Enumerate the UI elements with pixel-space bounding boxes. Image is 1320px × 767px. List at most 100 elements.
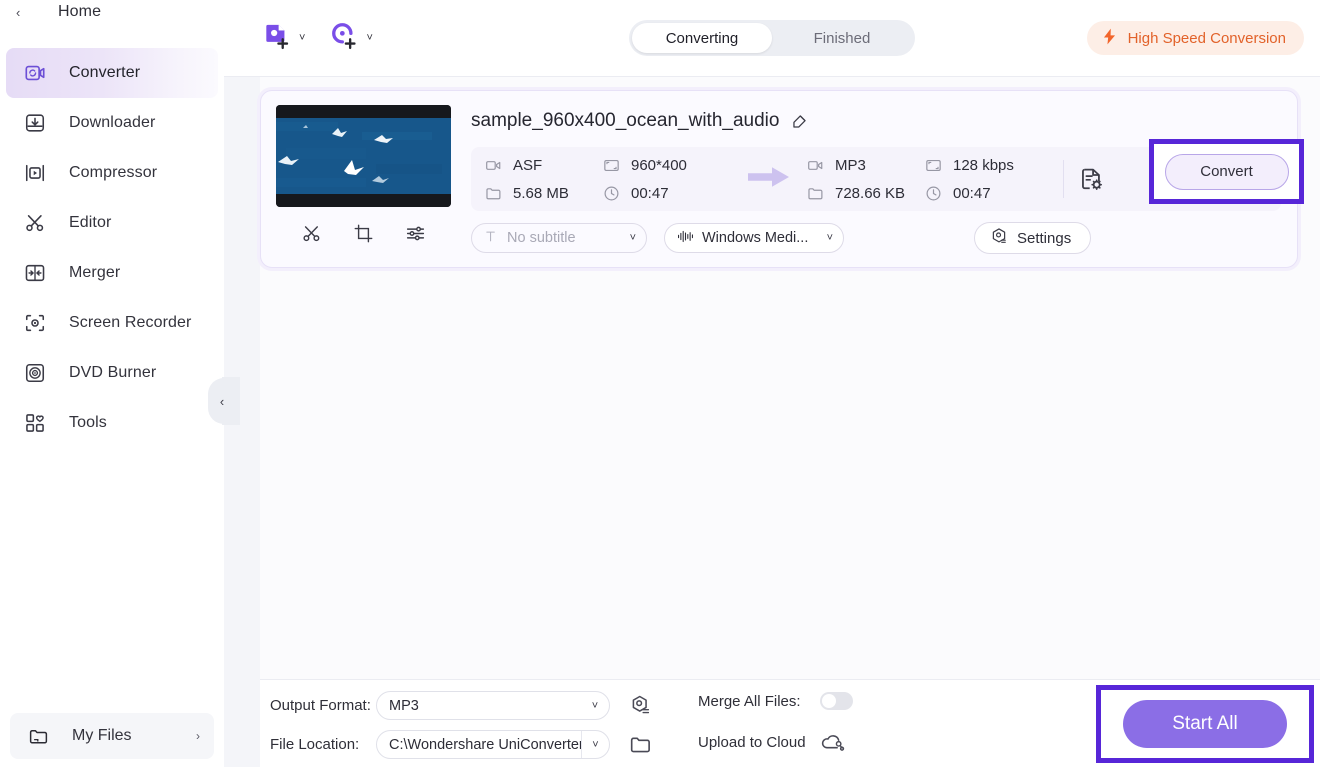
sidebar-footer: My Files › xyxy=(0,713,224,767)
chevron-down-icon[interactable]: ˅ xyxy=(630,232,636,244)
output-format-value: MP3 xyxy=(389,697,419,714)
merge-all-files-row: Merge All Files: xyxy=(698,692,853,710)
chevron-down-icon[interactable]: ˅ xyxy=(581,731,609,758)
convert-button-highlight: Convert xyxy=(1149,139,1304,204)
converter-icon xyxy=(22,60,48,86)
resolution-icon xyxy=(925,157,942,174)
add-disc-dropdown-caret[interactable]: ˅ xyxy=(366,32,372,44)
file-name: sample_960x400_ocean_with_audio xyxy=(471,110,780,131)
video-camera-icon xyxy=(485,157,502,174)
high-speed-conversion-badge[interactable]: High Speed Conversion xyxy=(1086,21,1304,55)
sidebar-item-label: Converter xyxy=(69,64,141,81)
target-size-value: 728.66 KB xyxy=(835,184,906,202)
video-thumbnail[interactable] xyxy=(276,105,451,207)
start-all-highlight: Start All xyxy=(1096,685,1314,763)
trim-scissors-icon[interactable] xyxy=(297,219,325,247)
dvd-burner-icon xyxy=(22,360,48,386)
sidebar-item-tools[interactable]: Tools xyxy=(6,398,218,448)
effect-sliders-icon[interactable] xyxy=(402,219,430,247)
folder-icon xyxy=(807,185,824,202)
downloader-icon xyxy=(22,110,48,136)
sidebar-item-label: Editor xyxy=(69,214,112,231)
sidebar-item-label: My Files xyxy=(72,727,132,744)
resolution-icon xyxy=(603,157,620,174)
subtitle-select[interactable]: No subtitle ˅ xyxy=(471,223,647,253)
add-disc-icon xyxy=(330,21,360,56)
source-duration-value: 00:47 xyxy=(631,184,669,202)
crop-icon[interactable] xyxy=(349,219,377,247)
file-location-row: File Location: C:\Wondershare UniConvert… xyxy=(270,730,652,759)
clock-icon xyxy=(925,185,942,202)
file-settings-icon[interactable] xyxy=(1078,166,1105,193)
sidebar-item-label: Merger xyxy=(69,264,121,281)
uniconverter-window: ‹ Home Converter Downloader Compressor E… xyxy=(0,0,1320,767)
chevron-left-icon: ‹ xyxy=(219,393,225,409)
source-size: 5.68 MB xyxy=(485,185,603,202)
tab-converting[interactable]: Converting xyxy=(632,23,772,53)
sidebar-item-merger[interactable]: Merger xyxy=(6,248,218,298)
file-card: sample_960x400_ocean_with_audio ASF 960*… xyxy=(260,90,1304,268)
target-meta: MP3 128 kbps 728.66 KB 00:47 xyxy=(807,151,1053,207)
sidebar-item-dvd-burner[interactable]: DVD Burner xyxy=(6,348,218,398)
source-resolution: 960*400 xyxy=(603,157,731,174)
sidebar-item-downloader[interactable]: Downloader xyxy=(6,98,218,148)
settings-button[interactable]: Settings xyxy=(974,222,1092,254)
thumbnail-column xyxy=(276,105,451,267)
target-bitrate: 128 kbps xyxy=(925,157,1053,174)
file-controls-row: No subtitle ˅ Windows Medi... ˅ Settings xyxy=(471,222,1281,254)
main-panel: ˅ ˅ Converting Finished High Speed Conve… xyxy=(224,0,1320,767)
audio-track-select[interactable]: Windows Medi... ˅ xyxy=(664,223,844,253)
audio-track-value: Windows Medi... xyxy=(702,230,809,246)
sidebar-item-label: Downloader xyxy=(69,114,156,131)
sidebar-item-my-files[interactable]: My Files › xyxy=(10,713,214,759)
audio-wave-icon xyxy=(677,229,694,248)
add-disc-group: ˅ xyxy=(327,20,373,56)
subtitle-value: No subtitle xyxy=(507,230,576,246)
file-location-label: File Location: xyxy=(270,736,360,753)
sidebar-item-converter[interactable]: Converter xyxy=(6,48,218,98)
sidebar-item-editor[interactable]: Editor xyxy=(6,198,218,248)
add-file-button[interactable] xyxy=(260,20,296,56)
cloud-upload-icon[interactable] xyxy=(820,730,845,755)
sidebar-item-label: Compressor xyxy=(69,164,158,181)
upload-to-cloud-row[interactable]: Upload to Cloud xyxy=(698,730,845,755)
sidebar-home-label: Home xyxy=(58,3,102,20)
open-folder-icon[interactable] xyxy=(629,733,652,756)
sidebar-item-compressor[interactable]: Compressor xyxy=(6,148,218,198)
video-camera-icon xyxy=(807,157,824,174)
arrow-right-icon xyxy=(746,164,792,195)
target-size: 728.66 KB xyxy=(807,185,925,202)
chevron-right-icon[interactable]: › xyxy=(196,729,200,743)
sidebar-item-screen-recorder[interactable]: Screen Recorder xyxy=(6,298,218,348)
format-preset-icon[interactable] xyxy=(629,694,652,717)
thumbnail-tools xyxy=(276,207,451,259)
source-meta: ASF 960*400 5.68 MB 00:47 xyxy=(485,151,731,207)
clock-icon xyxy=(603,185,620,202)
high-speed-conversion-label: High Speed Conversion xyxy=(1127,29,1286,47)
sidebar-item-label: Tools xyxy=(69,414,107,431)
convert-button[interactable]: Convert xyxy=(1164,153,1289,190)
target-format-value: MP3 xyxy=(835,156,866,174)
sidebar-home-row[interactable]: ‹ Home xyxy=(0,0,224,26)
chevron-down-icon[interactable]: ˅ xyxy=(827,232,833,244)
sidebar-nav: Converter Downloader Compressor Editor M… xyxy=(0,48,224,448)
chevron-left-icon[interactable]: ‹ xyxy=(16,6,34,19)
add-disc-button[interactable] xyxy=(327,20,363,56)
file-location-select[interactable]: C:\Wondershare UniConverter 1 ˅ xyxy=(376,730,610,759)
add-file-icon xyxy=(263,21,293,56)
chevron-down-icon[interactable]: ˅ xyxy=(581,700,609,712)
target-duration-value: 00:47 xyxy=(953,184,991,202)
sidebar: ‹ Home Converter Downloader Compressor E… xyxy=(0,0,240,767)
add-file-dropdown-caret[interactable]: ˅ xyxy=(299,32,305,44)
edit-pencil-icon[interactable] xyxy=(790,112,809,131)
start-all-button[interactable]: Start All xyxy=(1123,700,1287,748)
scissors-icon xyxy=(22,210,48,236)
sidebar-collapse-button[interactable]: ‹ xyxy=(208,377,240,425)
merge-all-files-toggle[interactable] xyxy=(819,692,853,710)
toolbar: ˅ ˅ Converting Finished High Speed Conve… xyxy=(224,0,1320,77)
sidebar-item-label: Screen Recorder xyxy=(69,314,192,331)
tab-finished[interactable]: Finished xyxy=(772,23,912,53)
filename-row: sample_960x400_ocean_with_audio xyxy=(471,104,1281,138)
footer-bar: Output Format: MP3 ˅ File Location: C:\W… xyxy=(260,679,1320,767)
output-format-select[interactable]: MP3 ˅ xyxy=(376,691,610,720)
